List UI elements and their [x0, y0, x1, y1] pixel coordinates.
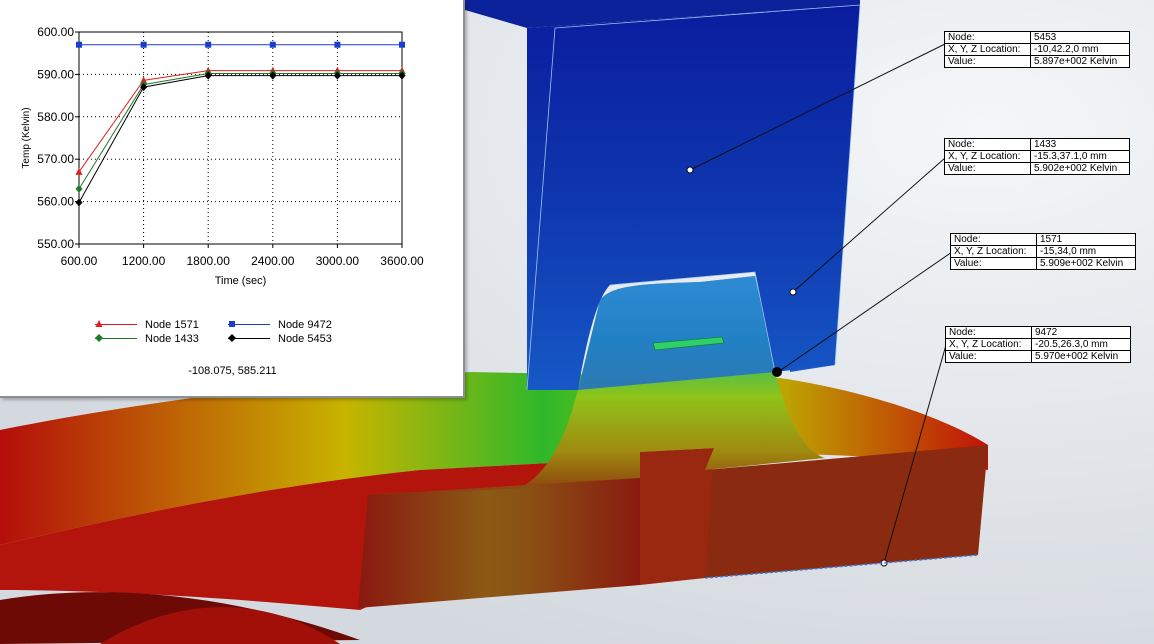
- probe-location-value: -15.3,37.1,0 mm: [1030, 150, 1130, 163]
- legend-marker: [228, 334, 236, 342]
- data-point-node-9472: [76, 41, 82, 48]
- data-point-node-9472: [205, 41, 212, 48]
- legend-item: Node 1433: [95, 333, 199, 345]
- y-tick-label: 600.00: [37, 25, 74, 39]
- y-tick-label: 550.00: [37, 237, 74, 251]
- legend-swatch: [95, 334, 137, 344]
- probe-node-value: 1433: [1030, 138, 1130, 151]
- legend-marker: [229, 321, 235, 327]
- probe-node-label: Node:: [944, 138, 1031, 151]
- legend-label: Node 1571: [145, 319, 199, 331]
- probe-node-value: 1571: [1036, 233, 1136, 246]
- probe-temperature-value: 5.902e+002 Kelvin: [1030, 162, 1130, 175]
- legend-item: Node 1571: [95, 319, 199, 331]
- y-tick-label: 570.00: [37, 152, 74, 166]
- probe-point-1433[interactable]: [789, 288, 797, 296]
- probe-point-1571[interactable]: [772, 367, 782, 377]
- legend-marker: [95, 320, 103, 327]
- x-tick-label: 3000.00: [316, 254, 360, 268]
- x-tick-label: 600.00: [61, 254, 98, 268]
- y-tick-label: 580.00: [37, 110, 74, 124]
- probe-temperature-value: 5.970e+002 Kelvin: [1031, 350, 1131, 363]
- probe-node-label: Node:: [945, 326, 1032, 339]
- plot-area: [78, 31, 403, 245]
- x-axis-label: Time (sec): [215, 275, 267, 287]
- cursor-coordinate-readout: -108.075, 585.211: [188, 365, 277, 377]
- legend-swatch: [228, 334, 270, 344]
- y-axis-label: Temp (Kelvin): [21, 107, 32, 168]
- probe-temperature-value: 5.909e+002 Kelvin: [1036, 257, 1136, 270]
- probe-value-label: Value:: [944, 162, 1031, 175]
- probe-location-value: -10,42.2,0 mm: [1030, 43, 1130, 56]
- legend-item: Node 9472: [228, 319, 332, 331]
- data-point-node-9472: [140, 41, 147, 48]
- x-tick-label: 2400.00: [251, 254, 295, 268]
- legend-swatch: [228, 320, 270, 330]
- probe-location-label: X, Y, Z Location:: [944, 150, 1031, 163]
- probe-node-value: 9472: [1031, 326, 1131, 339]
- legend-item: Node 5453: [228, 333, 332, 345]
- probe-temperature-value: 5.897e+002 Kelvin: [1030, 55, 1130, 68]
- data-point-node-9472: [399, 41, 405, 48]
- probe-node-label: Node:: [944, 31, 1031, 44]
- data-point-node-9472: [334, 41, 341, 48]
- legend-label: Node 9472: [278, 319, 332, 331]
- legend-label: Node 1433: [145, 333, 199, 345]
- data-point-node-9472: [269, 41, 276, 48]
- probe-callout-9472: Node: 9472 X, Y, Z Location: -20.5,26.3,0 …: [945, 326, 1131, 363]
- probe-node-value: 5453: [1030, 31, 1130, 44]
- probe-callout-5453: Node: 5453 X, Y, Z Location: -10,42.2,0 mm…: [944, 31, 1130, 68]
- probe-location-value: -20.5,26.3,0 mm: [1031, 338, 1131, 351]
- legend-swatch: [95, 320, 137, 330]
- probe-value-label: Value:: [945, 350, 1032, 363]
- probe-location-label: X, Y, Z Location:: [950, 245, 1037, 258]
- probe-graph-window[interactable]: 600.00 1200.00 1800.00 2400.00 3000.00 3600.0…: [0, 0, 465, 398]
- notch-inner-face: [640, 448, 714, 585]
- x-tick-label: 1800.00: [187, 254, 231, 268]
- temperature-chart: 600.00 1200.00 1800.00 2400.00 3000.00 3600.0…: [21, 25, 424, 287]
- probe-location-value: -15,34,0 mm: [1036, 245, 1136, 258]
- probe-point-5453[interactable]: [686, 166, 694, 174]
- probe-callout-1571: Node: 1571 X, Y, Z Location: -15,34,0 mm V…: [950, 233, 1136, 270]
- legend-label: Node 5453: [278, 333, 332, 345]
- probe-value-label: Value:: [950, 257, 1037, 270]
- y-tick-label: 590.00: [37, 67, 74, 81]
- x-tick-label: 3600.00: [380, 254, 424, 268]
- probe-location-label: X, Y, Z Location:: [945, 338, 1032, 351]
- probe-callout-1433: Node: 1433 X, Y, Z Location: -15.3,37.1,0 …: [944, 138, 1130, 175]
- y-tick-label: 560.00: [37, 195, 74, 209]
- probe-location-label: X, Y, Z Location:: [944, 43, 1031, 56]
- probe-node-label: Node:: [950, 233, 1037, 246]
- legend-marker: [95, 334, 103, 342]
- probe-value-label: Value:: [944, 55, 1031, 68]
- x-tick-label: 1200.00: [122, 254, 166, 268]
